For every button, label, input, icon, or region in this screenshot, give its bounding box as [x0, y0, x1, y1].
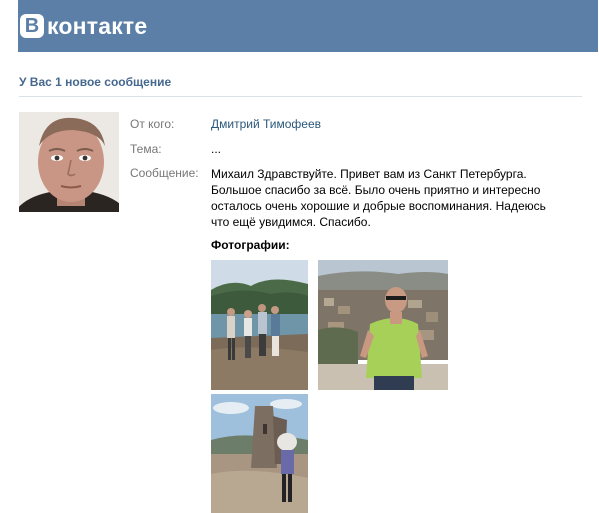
sender-avatar[interactable]	[19, 112, 119, 212]
header-bar: В контакте	[18, 0, 598, 52]
photo-thumbnail[interactable]	[318, 260, 448, 390]
new-message-notice: У Вас 1 новое сообщение	[19, 75, 172, 89]
message-line: осталось очень хорошие и добрые воспомин…	[211, 199, 546, 213]
logo-letter: В	[24, 15, 40, 37]
photos-label: Фотографии:	[211, 238, 290, 252]
message-line: Большое спасибо за всё. Было очень прият…	[211, 183, 541, 197]
from-label: От кого:	[130, 117, 175, 131]
message-label: Сообщение:	[130, 166, 199, 180]
message-line: Михаил Здравствуйте. Привет вам из Санкт…	[211, 167, 527, 181]
message-line: что ещё увидимся. Спасибо.	[211, 215, 371, 229]
logo-text: контакте	[47, 12, 148, 39]
divider	[19, 96, 582, 97]
email-page: В контакте У Вас 1 новое сообщение От ко…	[0, 0, 599, 513]
photo-thumbnail[interactable]	[211, 260, 308, 390]
sender-name-link[interactable]: Дмитрий Тимофеев	[211, 117, 321, 131]
subject-label: Тема:	[130, 142, 162, 156]
photo-thumbnail[interactable]	[211, 394, 308, 513]
vk-logo-icon: В	[20, 14, 44, 38]
message-body: Михаил Здравствуйте. Привет вам из Санкт…	[211, 166, 571, 230]
subject-value: ...	[211, 142, 222, 156]
vk-logo[interactable]: В контакте	[20, 12, 148, 39]
